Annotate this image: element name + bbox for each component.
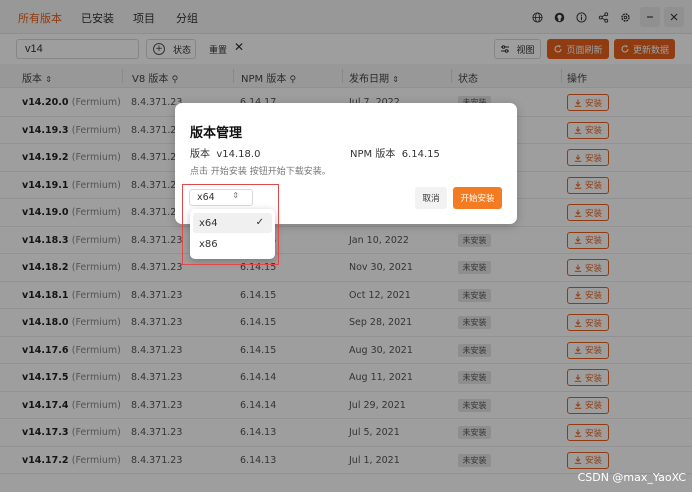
version-label: 版本 bbox=[190, 149, 210, 160]
dialog-version: 版本 v14.18.0 bbox=[190, 145, 260, 160]
dialog-hint: 点击 开始安装 按钮开始下载安装。 bbox=[190, 167, 331, 177]
highlight-annotation bbox=[182, 184, 279, 265]
dialog-npm-version: NPM 版本 6.14.15 bbox=[350, 145, 440, 160]
start-install-button[interactable]: 开始安装 bbox=[453, 187, 502, 209]
watermark: CSDN @max_YaoXC bbox=[577, 471, 686, 484]
version-value: v14.18.0 bbox=[216, 149, 261, 160]
app-window: 所有版本 已安装 项目 分组 v14 + 状态 重置 ✕ 视图 页面刷新 更新数… bbox=[0, 0, 692, 492]
cancel-button[interactable]: 取消 bbox=[415, 187, 447, 209]
npm-version-value: 6.14.15 bbox=[401, 149, 440, 160]
npm-version-label: NPM 版本 bbox=[350, 149, 396, 160]
modal-backdrop[interactable] bbox=[0, 0, 692, 492]
dialog-title: 版本管理 bbox=[190, 126, 243, 141]
